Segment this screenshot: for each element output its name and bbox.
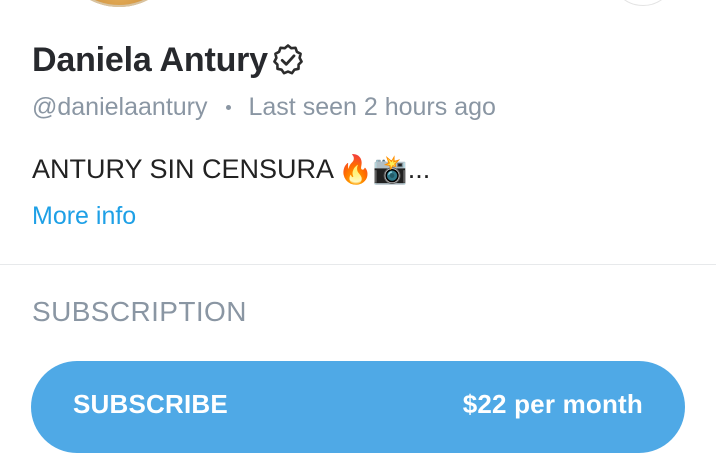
display-name: Daniela Antury [32, 40, 268, 79]
last-seen-status: Last seen 2 hours ago [248, 92, 496, 121]
bio: ANTURY SIN CENSURA 🔥📸 ... [32, 150, 430, 188]
divider [0, 264, 716, 265]
handle-row: @danielaantury Last seen 2 hours ago [32, 90, 496, 124]
handle: @danielaantury [32, 92, 208, 121]
profile-action-button[interactable] [610, 0, 676, 6]
separator-dot [225, 104, 231, 110]
verified-badge-icon [270, 42, 306, 78]
display-name-row: Daniela Antury [32, 38, 306, 82]
bio-ellipsis: ... [407, 153, 431, 184]
bio-text: ANTURY SIN CENSURA [32, 153, 335, 184]
bio-emojis: 🔥📸 [338, 153, 408, 185]
subscribe-label: SUBSCRIBE [73, 388, 228, 419]
more-info-link[interactable]: More info [32, 202, 136, 231]
subscribe-button[interactable]: SUBSCRIBE $22 per month [31, 361, 685, 453]
subscription-price: $22 per month [462, 388, 643, 419]
avatar[interactable] [64, 0, 174, 7]
subscription-section-title: SUBSCRIPTION [32, 296, 247, 327]
